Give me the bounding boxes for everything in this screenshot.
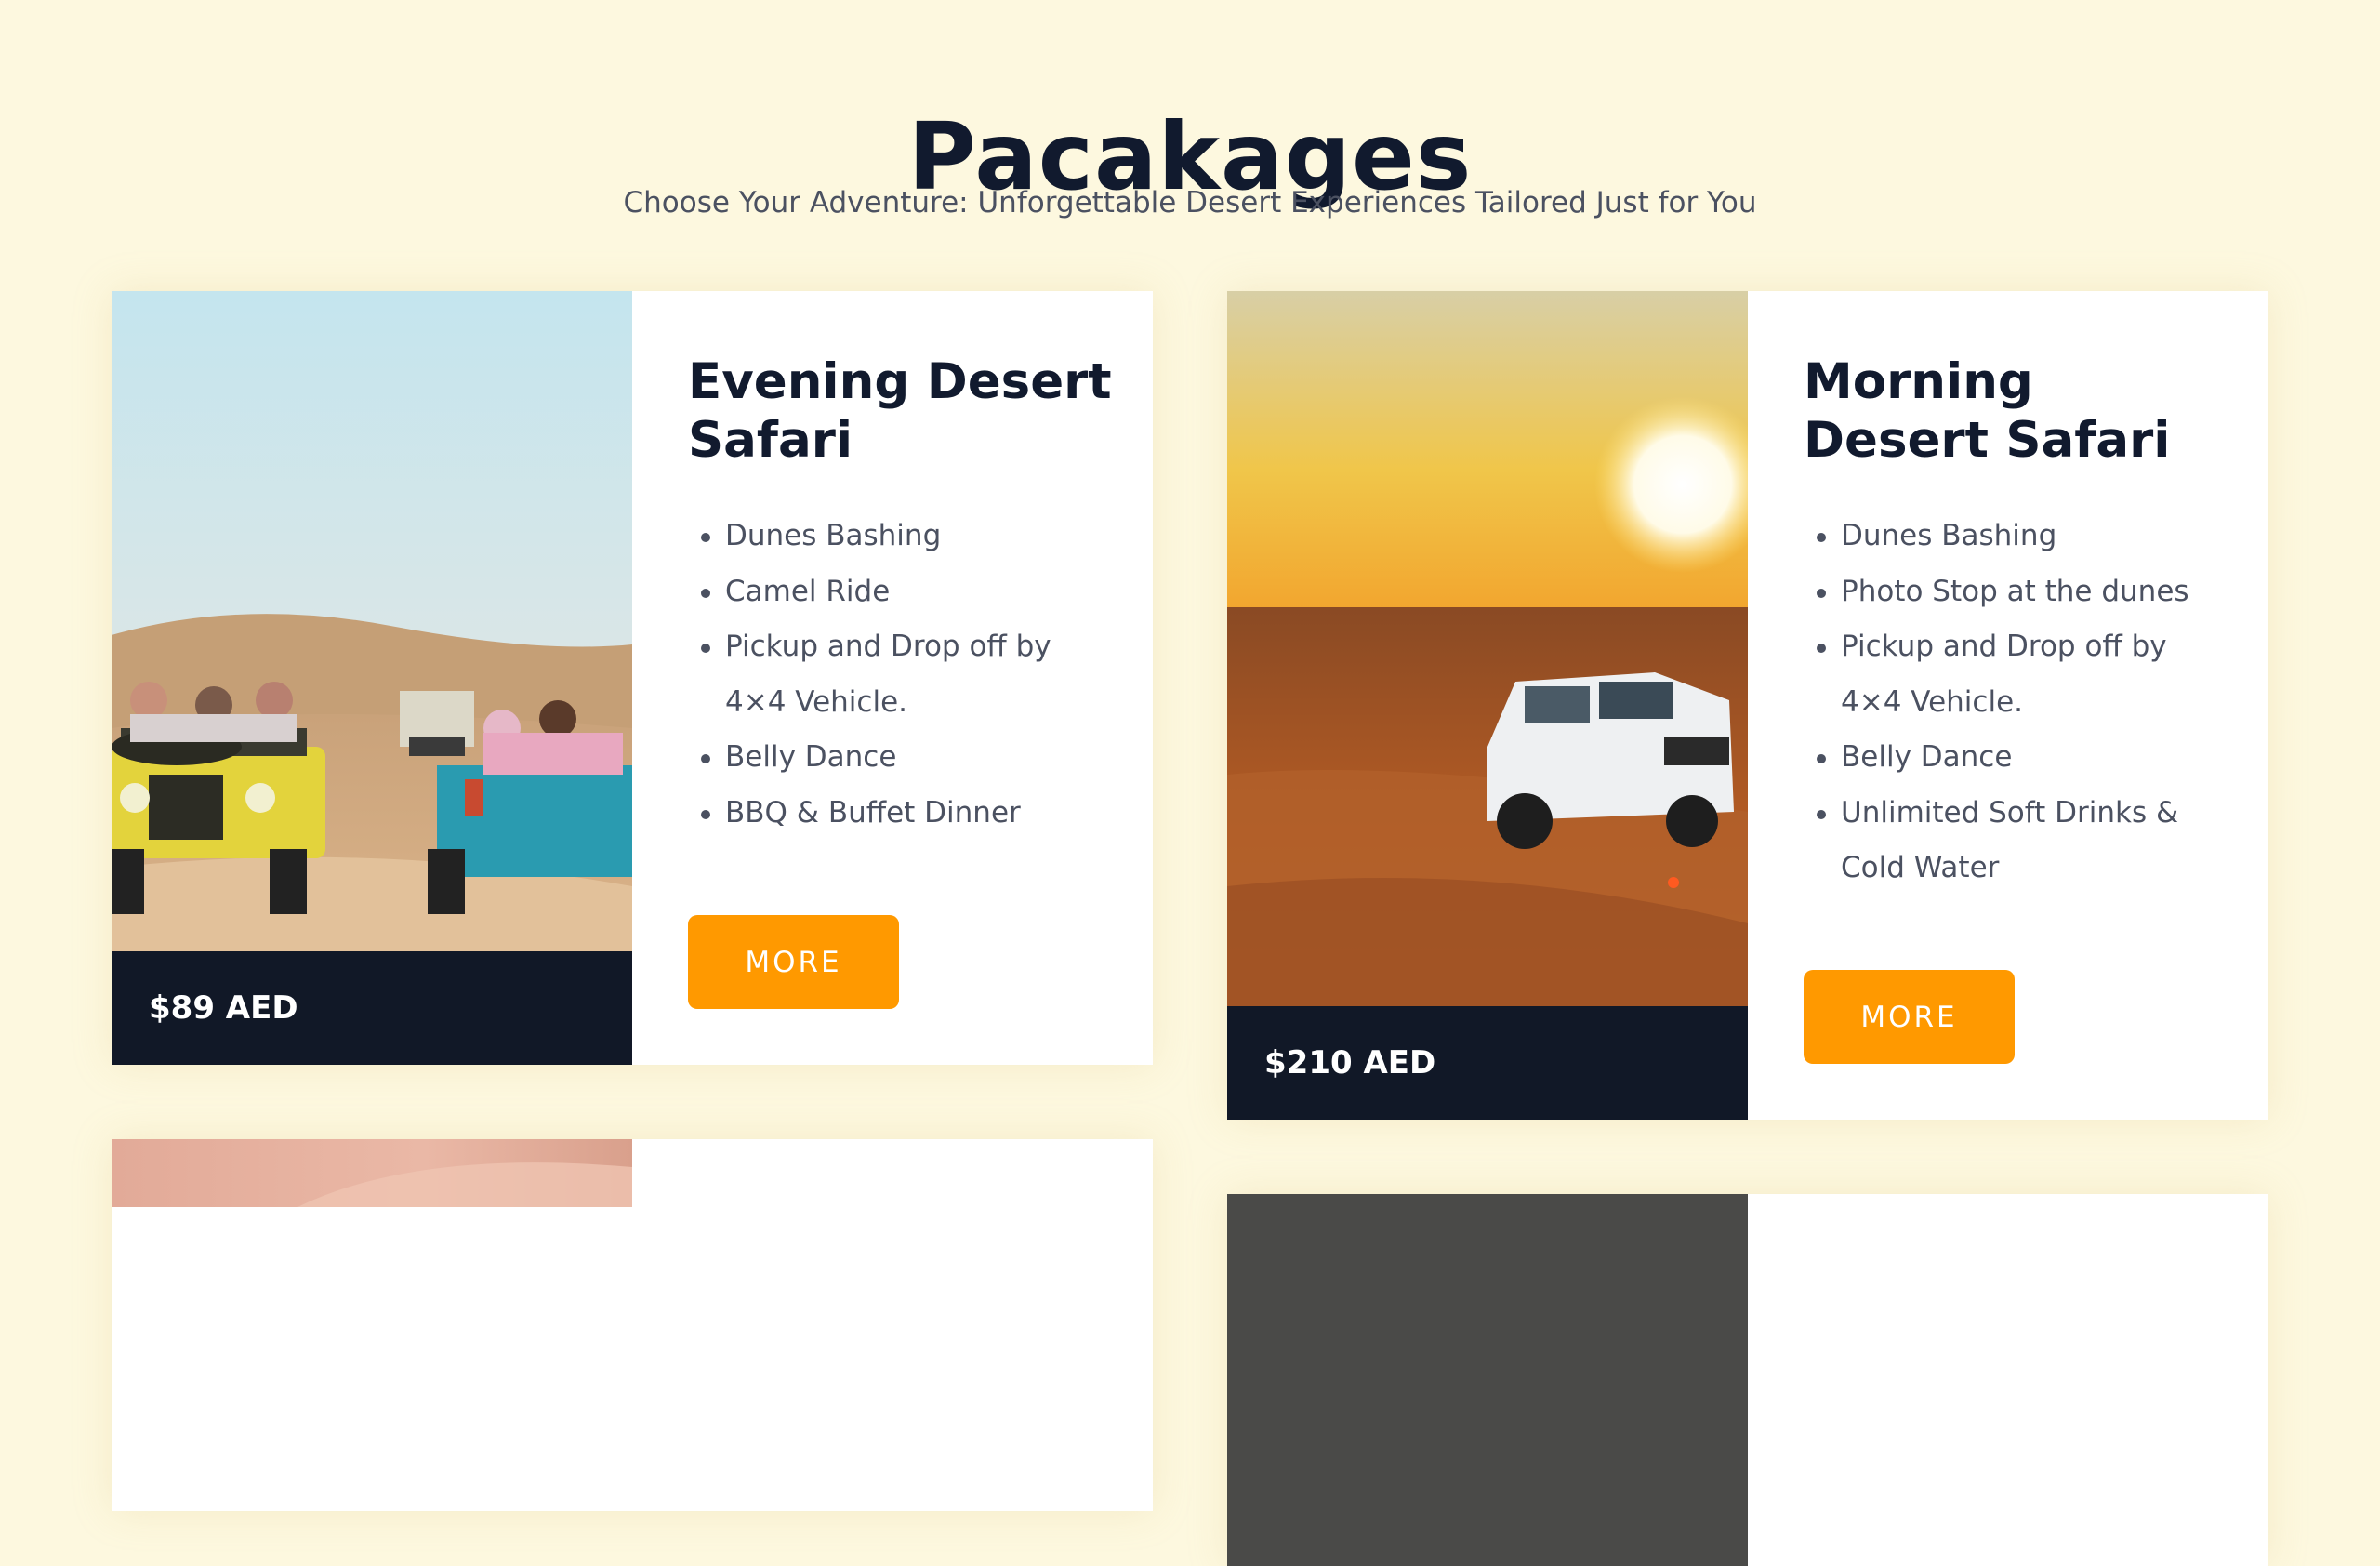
- feature-item: Dunes Bashing: [1817, 509, 2231, 564]
- package-features-evening: Dunes Bashing Camel Ride Pickup and Drop…: [688, 509, 1116, 841]
- feature-item: Pickup and Drop off by 4×4 Vehicle.: [701, 619, 1116, 730]
- package-details-morning: Morning Desert Safari Dunes Bashing Phot…: [1804, 352, 2231, 896]
- package-image-morning: [1227, 291, 1748, 1006]
- feature-item: Belly Dance: [1817, 730, 2231, 786]
- feature-item: Unlimited Soft Drinks & Cold Water: [1817, 786, 2231, 896]
- package-card-partial-left: [112, 1139, 1153, 1511]
- feature-item: Camel Ride: [701, 564, 1116, 620]
- more-button-evening[interactable]: MORE: [688, 915, 899, 1009]
- package-details-evening: Evening Desert Safari Dunes Bashing Came…: [688, 352, 1116, 841]
- package-price-evening: $89 AED: [112, 951, 632, 1065]
- package-price-morning: $210 AED: [1227, 1006, 1748, 1120]
- feature-item: Photo Stop at the dunes: [1817, 564, 2231, 620]
- package-features-morning: Dunes Bashing Photo Stop at the dunes Pi…: [1804, 509, 2231, 896]
- more-button-morning[interactable]: MORE: [1804, 970, 2015, 1064]
- package-image-partial-left: [112, 1139, 632, 1511]
- package-image-evening: [112, 291, 632, 951]
- feature-item: Pickup and Drop off by 4×4 Vehicle.: [1817, 619, 2231, 730]
- feature-item: Belly Dance: [701, 730, 1116, 786]
- package-card-morning: $210 AED Morning Desert Safari Dunes Bas…: [1227, 291, 2268, 1120]
- package-title-morning: Morning Desert Safari: [1804, 353, 2171, 469]
- package-card-evening: $89 AED Evening Desert Safari Dunes Bash…: [112, 291, 1153, 1065]
- package-title-evening: Evening Desert Safari: [688, 353, 1112, 469]
- package-card-partial-right: [1227, 1194, 2268, 1566]
- package-image-partial-right: [1227, 1194, 1748, 1566]
- feature-item: Dunes Bashing: [701, 509, 1116, 564]
- page-subtitle: Choose Your Adventure: Unforgettable Des…: [623, 186, 1757, 219]
- feature-item: BBQ & Buffet Dinner: [701, 786, 1116, 842]
